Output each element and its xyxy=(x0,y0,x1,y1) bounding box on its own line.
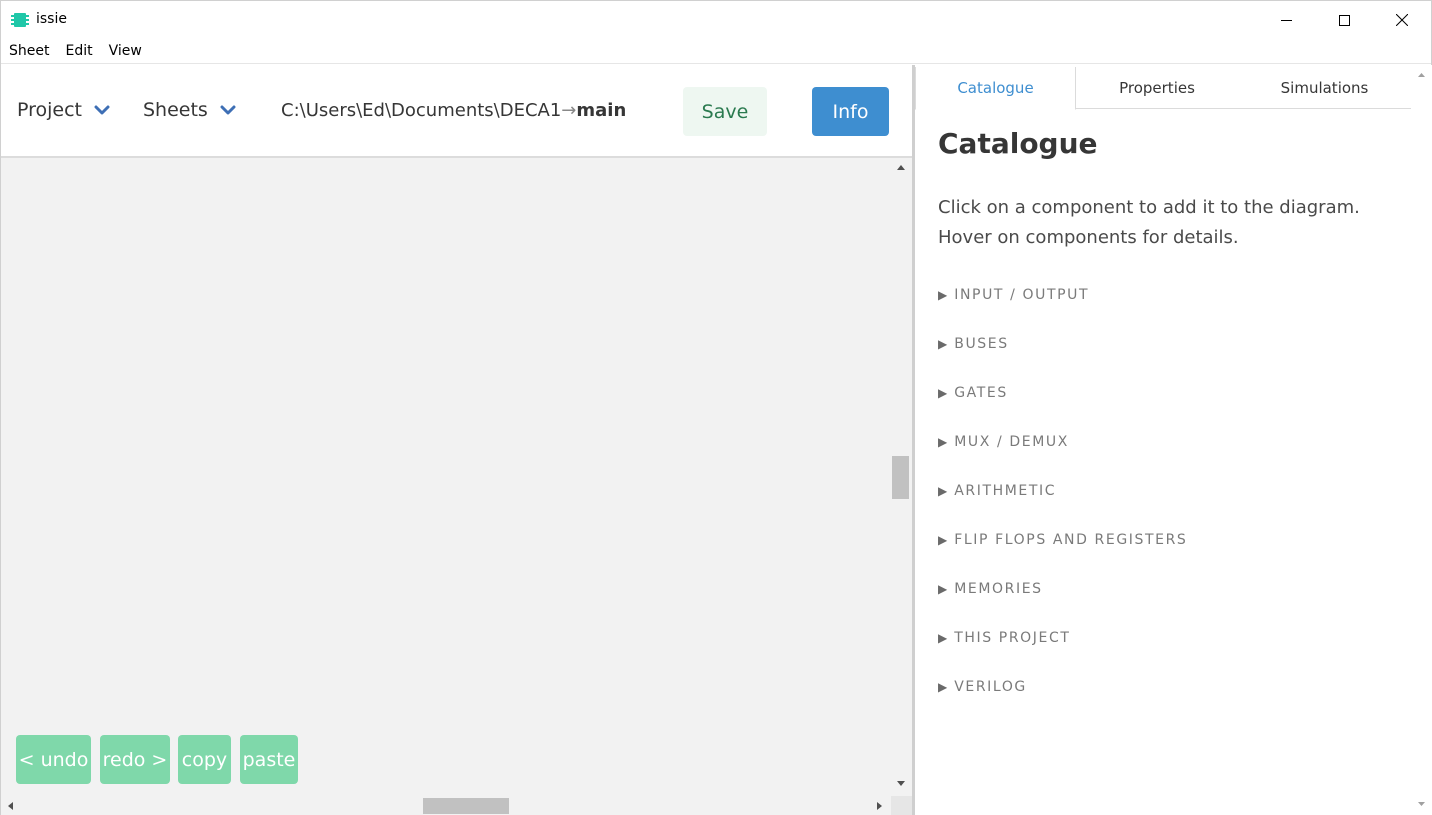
catalogue-section-buses[interactable]: ▶ BUSES xyxy=(938,336,1187,385)
copy-button[interactable]: copy xyxy=(178,735,231,784)
paste-button[interactable]: paste xyxy=(240,735,298,784)
tab-properties[interactable]: Properties xyxy=(1076,67,1238,109)
close-button[interactable] xyxy=(1373,1,1431,39)
path-prefix: C:\Users\Ed\Documents\DECA1 xyxy=(281,100,562,121)
section-label: FLIP FLOPS AND REGISTERS xyxy=(954,532,1188,548)
right-panel-tabs: Catalogue Properties Simulations xyxy=(915,67,1411,110)
catalogue-section-arithmetic[interactable]: ▶ ARITHMETIC xyxy=(938,483,1187,532)
scroll-up-arrow-icon[interactable] xyxy=(891,162,911,174)
scroll-down-arrow-icon[interactable] xyxy=(1411,798,1432,810)
section-label: VERILOG xyxy=(954,679,1027,695)
catalogue-section-this-project[interactable]: ▶ THIS PROJECT xyxy=(938,630,1187,679)
expand-triangle-icon: ▶ xyxy=(938,337,948,351)
menu-sheet[interactable]: Sheet xyxy=(1,43,57,59)
catalogue-description-line-2: Hover on components for details. xyxy=(938,227,1239,248)
right-panel-scrollbar[interactable] xyxy=(1411,65,1432,815)
minimize-button[interactable] xyxy=(1257,1,1315,39)
catalogue-title: Catalogue xyxy=(938,127,1098,160)
menu-bar: Sheet Edit View xyxy=(1,39,1431,64)
info-button[interactable]: Info xyxy=(812,87,889,136)
save-button[interactable]: Save xyxy=(683,87,767,136)
top-toolbar: Project Sheets C:\Users\Ed\Documents\DEC… xyxy=(1,65,912,158)
close-icon xyxy=(1396,14,1408,26)
scroll-down-arrow-icon[interactable] xyxy=(891,778,911,790)
tab-catalogue[interactable]: Catalogue xyxy=(915,67,1076,110)
catalogue-section-mux-demux[interactable]: ▶ MUX / DEMUX xyxy=(938,434,1187,483)
title-bar: issie xyxy=(1,1,1431,39)
schematic-canvas[interactable] xyxy=(1,158,891,796)
catalogue-section-input-output[interactable]: ▶ INPUT / OUTPUT xyxy=(938,287,1187,336)
catalogue-sections: ▶ INPUT / OUTPUT ▶ BUSES ▶ GATES ▶ MUX / DEM… xyxy=(938,287,1187,728)
right-panel: Catalogue Properties Simulations Catalog… xyxy=(915,65,1411,815)
horizontal-scroll-thumb[interactable] xyxy=(423,798,509,814)
window-title: issie xyxy=(36,11,67,27)
sheets-dropdown-label: Sheets xyxy=(143,99,208,121)
scroll-right-arrow-icon[interactable] xyxy=(873,796,885,815)
menu-view[interactable]: View xyxy=(101,43,150,59)
sheet-path: C:\Users\Ed\Documents\DECA1→main xyxy=(281,100,626,121)
scrollbar-corner xyxy=(891,796,912,815)
expand-triangle-icon: ▶ xyxy=(938,680,948,694)
catalogue-section-verilog[interactable]: ▶ VERILOG xyxy=(938,679,1187,728)
undo-button[interactable]: < undo xyxy=(16,735,91,784)
section-label: MUX / DEMUX xyxy=(954,434,1069,450)
section-label: INPUT / OUTPUT xyxy=(954,287,1090,303)
project-dropdown-label: Project xyxy=(17,99,83,121)
path-sheet-name: main xyxy=(576,100,627,121)
redo-button[interactable]: redo > xyxy=(100,735,170,784)
vertical-scroll-thumb[interactable] xyxy=(892,456,909,499)
catalogue-section-gates[interactable]: ▶ GATES xyxy=(938,385,1187,434)
expand-triangle-icon: ▶ xyxy=(938,631,948,645)
chevron-down-icon xyxy=(220,105,236,115)
catalogue-section-memories[interactable]: ▶ MEMORIES xyxy=(938,581,1187,630)
app-window: issie Sheet Edit View Project Sheets C:\… xyxy=(0,0,1432,815)
editor-pane: Project Sheets C:\Users\Ed\Documents\DEC… xyxy=(1,65,912,815)
section-label: GATES xyxy=(954,385,1008,401)
vertical-scrollbar[interactable] xyxy=(891,158,911,796)
horizontal-scrollbar[interactable] xyxy=(1,796,891,815)
expand-triangle-icon: ▶ xyxy=(938,288,948,302)
chevron-down-icon xyxy=(94,105,110,115)
tab-simulations[interactable]: Simulations xyxy=(1238,67,1411,109)
catalogue-section-flip-flops[interactable]: ▶ FLIP FLOPS AND REGISTERS xyxy=(938,532,1187,581)
expand-triangle-icon: ▶ xyxy=(938,484,948,498)
catalogue-description: Click on a component to add it to the di… xyxy=(938,193,1398,253)
expand-triangle-icon: ▶ xyxy=(938,582,948,596)
minimize-icon xyxy=(1280,19,1292,21)
scroll-up-arrow-icon[interactable] xyxy=(1411,69,1432,81)
maximize-button[interactable] xyxy=(1315,1,1373,39)
expand-triangle-icon: ▶ xyxy=(938,533,948,547)
section-label: MEMORIES xyxy=(954,581,1043,597)
section-label: ARITHMETIC xyxy=(954,483,1057,499)
scroll-left-arrow-icon[interactable] xyxy=(5,796,17,815)
project-dropdown[interactable]: Project xyxy=(17,99,110,121)
catalogue-description-line-1: Click on a component to add it to the di… xyxy=(938,197,1360,218)
maximize-icon xyxy=(1338,14,1350,26)
expand-triangle-icon: ▶ xyxy=(938,386,948,400)
sheets-dropdown[interactable]: Sheets xyxy=(143,99,236,121)
path-arrow: → xyxy=(561,100,577,121)
section-label: THIS PROJECT xyxy=(954,630,1071,646)
expand-triangle-icon: ▶ xyxy=(938,435,948,449)
section-label: BUSES xyxy=(954,336,1009,352)
menu-edit[interactable]: Edit xyxy=(57,43,100,59)
issie-app-icon xyxy=(11,11,29,29)
